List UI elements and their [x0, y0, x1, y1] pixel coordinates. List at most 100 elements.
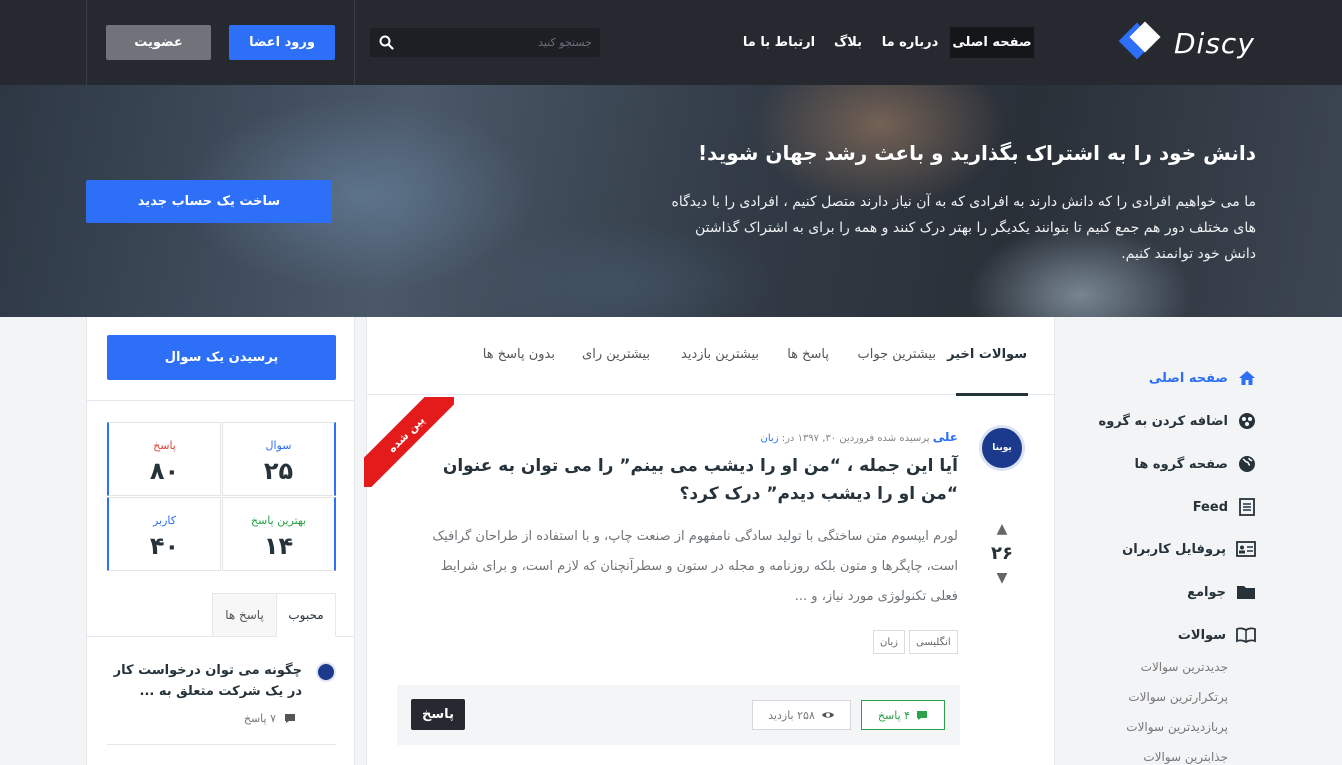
author-name[interactable]: علی	[933, 430, 958, 444]
author-avatar[interactable]: یوبنا	[979, 425, 1025, 471]
avatar-text: یوبنا	[992, 443, 1012, 453]
divider	[107, 744, 336, 745]
stat-label: سوال	[265, 439, 292, 452]
tab-most-answered[interactable]: بیشترین جواب	[858, 347, 936, 362]
right-sidebar-menu: صفحه اصلی اضافه کردن به گروه صفحه گروه ه…	[1056, 317, 1342, 765]
comment-icon	[917, 710, 928, 720]
vote-box: ▲ ۲۶ ▼	[987, 521, 1017, 586]
globe-icon	[1239, 456, 1255, 472]
menu-item-home[interactable]: صفحه اصلی	[1149, 369, 1256, 387]
logo-mark-icon	[1118, 21, 1161, 60]
menu-item-label: اضافه کردن به گروه	[1098, 413, 1228, 429]
search-input[interactable]	[400, 28, 600, 57]
popular-question-title[interactable]: چگونه می توان درخواست کار در یک شرکت متع…	[102, 660, 302, 702]
tab-answers[interactable]: پاسخ ها	[787, 347, 829, 362]
menu-item-label: جوامع	[1187, 584, 1226, 600]
answer-count: ۷ پاسخ	[243, 712, 276, 725]
asked-date: پرسیده شده فروردین ۳۰, ۱۳۹۷	[797, 433, 930, 444]
feed-icon	[1239, 498, 1255, 516]
menu-item-groups[interactable]: صفحه گروه ها	[1134, 455, 1256, 473]
book-icon	[1236, 627, 1256, 643]
stat-value: ۴۰	[149, 532, 180, 560]
question-title[interactable]: آیا این جمله ، “من او را دیشب می بینم” ر…	[418, 452, 958, 508]
search-icon[interactable]	[379, 35, 394, 54]
answer-button[interactable]: پاسخ	[411, 699, 465, 730]
tab-most-voted[interactable]: بیشترین رای	[582, 347, 650, 362]
nav-blog[interactable]: بلاگ	[828, 27, 868, 58]
popular-question-meta: ۷ پاسخ	[244, 712, 296, 725]
question-tabs: سوالات اخیر بیشترین جواب پاسخ ها بیشترین…	[367, 317, 1055, 396]
ask-question-button[interactable]: پرسیدن یک سوال	[107, 335, 336, 380]
logo-text: Discy	[1174, 26, 1255, 60]
stat-users: کاربر ۴۰	[107, 497, 221, 571]
stat-label: کاربر	[152, 514, 177, 527]
create-account-button[interactable]: ساخت یک حساب جدید	[86, 180, 332, 223]
stat-best-answers: بهترین پاسخ ۱۴	[222, 497, 336, 571]
nav-home[interactable]: صفحه اصلی	[950, 27, 1034, 58]
main-content: سوالات اخیر بیشترین جواب پاسخ ها بیشترین…	[364, 317, 1055, 765]
vote-up-icon[interactable]: ▲	[987, 521, 1017, 537]
tab-most-visited[interactable]: بیشترین بازدید	[681, 347, 759, 362]
header-divider	[86, 0, 87, 85]
tag-language[interactable]: زبان	[873, 630, 906, 654]
menu-item-questions[interactable]: سوالات	[1178, 627, 1256, 643]
menu-item-label: سوالات	[1177, 627, 1226, 643]
menu-item-communities[interactable]: جوامع	[1187, 584, 1256, 600]
answers-badge[interactable]: ۴ پاسخ	[861, 700, 945, 730]
folder-icon	[1237, 586, 1255, 599]
menu-item-join-group[interactable]: اضافه کردن به گروه	[1099, 412, 1256, 430]
submenu-frequent-questions[interactable]: پرتکرارترین سوالات	[1128, 690, 1228, 704]
question-excerpt: لورم ایپسوم متن ساختگی با تولید سادگی نا…	[432, 529, 958, 604]
views-badge: ۲۵۸ بازدید	[752, 700, 851, 730]
stat-answers: پاسخ ۸۰	[107, 422, 221, 496]
submenu-trending-questions[interactable]: جذابترین سوالات	[1143, 750, 1228, 764]
avatar	[316, 662, 336, 682]
header-divider	[354, 0, 355, 85]
left-sidebar: پرسیدن یک سوال سوال ۲۵ پاسخ ۸۰ بهترین پا…	[86, 317, 355, 765]
divider	[87, 400, 355, 401]
menu-item-user-profiles[interactable]: پروفایل کاربران	[1122, 541, 1256, 557]
submenu-newest-questions[interactable]: جدیدترین سوالات	[1141, 660, 1228, 674]
stat-value: ۲۵	[263, 457, 294, 485]
home-icon	[1239, 371, 1255, 385]
stat-label: بهترین پاسخ	[250, 514, 307, 527]
menu-item-label: Feed	[1192, 499, 1228, 515]
id-card-icon	[1236, 541, 1256, 557]
submenu-most-viewed-questions[interactable]: پربازدیدترین سوالات	[1126, 720, 1228, 734]
answers-count: ۴ پاسخ	[877, 708, 911, 722]
tab-recent[interactable]: سوالات اخیر	[947, 347, 1027, 362]
comment-icon	[285, 714, 295, 723]
active-tab-indicator	[956, 393, 1028, 396]
widget-tabs: محبوب پاسخ ها	[87, 593, 355, 637]
nav-contact[interactable]: ارتباط با ما	[740, 27, 818, 58]
question-footer: پاسخ ۲۵۸ بازدید ۴ پاسخ	[397, 685, 960, 745]
top-header: Discy صفحه اصلی درباره ما بلاگ ارتباط با…	[0, 0, 1342, 85]
stat-value: ۱۴	[263, 532, 294, 560]
site-logo[interactable]: Discy	[1116, 20, 1255, 66]
search-box	[370, 28, 600, 57]
stat-label: پاسخ	[153, 439, 176, 452]
menu-item-label: پروفایل کاربران	[1122, 541, 1226, 557]
menu-item-feed[interactable]: Feed	[1193, 498, 1256, 516]
tab-answers[interactable]: پاسخ ها	[212, 593, 277, 637]
signup-button[interactable]: عضویت	[106, 25, 211, 60]
stat-value: ۸۰	[149, 457, 180, 485]
category-link[interactable]: زبان	[761, 433, 779, 444]
nav-about[interactable]: درباره ما	[880, 27, 940, 58]
menu-item-label: صفحه گروه ها	[1134, 456, 1228, 472]
hero-title: دانش خود را به اشتراک بگذارید و باعث رشد…	[698, 141, 1256, 165]
question-meta: علی پرسیده شده فروردین ۳۰, ۱۳۹۷ در: زبان	[761, 430, 958, 444]
tab-popular[interactable]: محبوب	[276, 593, 336, 637]
hero-banner: دانش خود را به اشتراک بگذارید و باعث رشد…	[0, 85, 1342, 317]
in-label: در:	[781, 433, 795, 444]
tab-no-answers[interactable]: بدون پاسخ ها	[483, 347, 555, 362]
stat-questions: سوال ۲۵	[222, 422, 336, 496]
eye-icon	[821, 712, 834, 718]
vote-count: ۲۶	[991, 543, 1013, 564]
tag-english[interactable]: انگلیسی	[909, 630, 958, 654]
group-add-icon	[1239, 413, 1255, 429]
hero-description: ما می خواهیم افرادی را که دانش دارند به …	[671, 194, 1256, 262]
menu-item-label: صفحه اصلی	[1148, 370, 1228, 386]
login-button[interactable]: ورود اعضا	[229, 25, 335, 60]
vote-down-icon[interactable]: ▼	[987, 570, 1017, 586]
